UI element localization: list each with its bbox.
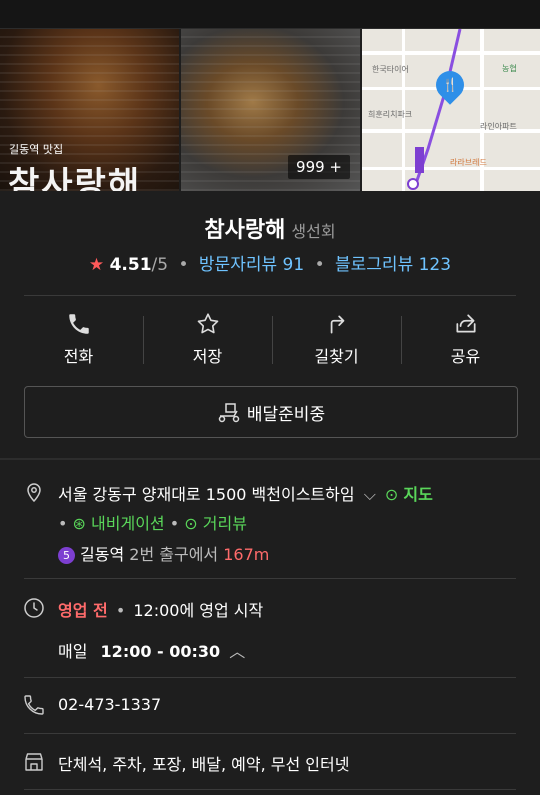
share-label: 공유: [450, 347, 481, 366]
address-links-row: • ⊛ 내비게이션 • ⊙ 거리뷰: [58, 510, 247, 534]
navigation-link[interactable]: ⊛ 내비게이션: [73, 514, 165, 533]
subway-line-badge: 5: [58, 547, 75, 564]
divider: [24, 733, 516, 734]
hours-days: 매일: [58, 642, 88, 661]
delivery-button[interactable]: 배달준비중: [24, 386, 518, 438]
map-label: 희훈리치파크: [368, 110, 413, 119]
map-link[interactable]: ⊙ 지도: [385, 485, 433, 504]
delivery-scooter-icon: [218, 403, 240, 423]
save-label: 저장: [192, 347, 223, 366]
share-icon: [455, 314, 476, 333]
divider: [24, 677, 516, 678]
divider: [24, 578, 516, 579]
place-name: 참사랑해: [204, 218, 286, 243]
photo-count-badge: 999 +: [288, 155, 350, 179]
photo-2[interactable]: 999 +: [181, 29, 360, 191]
directions-icon: [330, 315, 344, 334]
navigation-link-label: 내비게이션: [91, 514, 165, 533]
separator-dot: •: [314, 255, 325, 275]
rating-max: /5: [151, 255, 169, 275]
hours-detail-row[interactable]: 매일 12:00 - 00:30 ︿: [58, 638, 245, 662]
exit-text: 2번 출구에서: [129, 545, 219, 564]
pin-icon: ⊙: [184, 514, 198, 533]
distance: 167m: [223, 545, 270, 564]
open-notice: 12:00에 영업 시작: [133, 601, 264, 620]
map-label: 한국타이어: [372, 65, 409, 74]
phone-number[interactable]: 02-473-1337: [58, 695, 161, 714]
divider: [24, 295, 516, 296]
section-divider: [0, 458, 540, 460]
pin-icon: ⊙: [384, 485, 399, 504]
street-view-label: 거리뷰: [202, 514, 247, 533]
place-title: 참사랑해 생선회: [0, 212, 540, 244]
star-outline-icon: [197, 313, 218, 334]
photo-title-text: 참사랑해: [8, 165, 142, 191]
location-icon: [27, 483, 41, 503]
separator-dot: •: [178, 255, 189, 275]
place-category: 생선회: [291, 222, 336, 241]
save-button[interactable]: 저장: [143, 306, 272, 372]
map-label: 라인아파트: [480, 122, 517, 131]
delivery-label: 배달준비중: [246, 404, 326, 425]
photo-strip: 길동역 맛집 참사랑해 999 + 한국타이어 농협 희훈리치파크 라인아파트 …: [0, 29, 540, 191]
map-label: 농협: [502, 64, 517, 73]
separator-dot: •: [169, 514, 180, 533]
clock-icon: [24, 598, 44, 618]
rating-score: 4.51: [109, 255, 152, 275]
map-link-label: 지도: [403, 485, 433, 504]
map-label: 라라브레드: [450, 158, 487, 167]
photo-tag: 길동역 맛집: [9, 143, 64, 156]
separator-dot: •: [115, 601, 126, 620]
blog-reviews-link[interactable]: 블로그리뷰 123: [335, 255, 451, 275]
chevron-down-icon[interactable]: ⌵: [364, 485, 376, 504]
open-status: 영업 전: [58, 601, 108, 620]
call-label: 전화: [63, 347, 94, 366]
directions-button[interactable]: 길찾기: [272, 306, 401, 372]
hours-time: 12:00 - 00:30: [100, 642, 221, 661]
store-icon: [25, 753, 43, 771]
map-thumbnail[interactable]: 한국타이어 농협 희훈리치파크 라인아파트 라라브레드 🍴: [362, 29, 540, 191]
phone-icon: [68, 314, 89, 334]
call-button[interactable]: 전화: [14, 306, 143, 372]
action-bar: 전화 저장 길찾기 공유: [14, 306, 530, 372]
top-bar: [0, 0, 540, 29]
address-text: 서울 강동구 양재대로 1500 백천이스트하임: [58, 485, 355, 504]
visitor-reviews-link[interactable]: 방문자리뷰 91: [199, 255, 304, 275]
station-name: 길동역: [80, 545, 125, 564]
chevron-up-icon[interactable]: ︿: [229, 642, 245, 661]
divider: [24, 789, 516, 790]
rating-line: ★ 4.51/5 • 방문자리뷰 91 • 블로그리뷰 123: [0, 250, 540, 275]
amenities-text: 단체석, 주차, 포장, 배달, 예약, 무선 인터넷: [58, 755, 350, 774]
star-icon: ★: [88, 255, 105, 275]
photo-1[interactable]: 길동역 맛집 참사랑해: [0, 29, 179, 191]
address-row: 서울 강동구 양재대로 1500 백천이스트하임 ⌵ ⊙ 지도: [58, 481, 433, 505]
directions-label: 길찾기: [314, 347, 359, 366]
car-icon: ⊛: [72, 514, 86, 533]
share-button[interactable]: 공유: [401, 306, 530, 372]
subway-row: 5 길동역 2번 출구에서 167m: [58, 541, 269, 565]
phone-outline-icon: [24, 695, 44, 715]
hours-status-row: 영업 전 • 12:00에 영업 시작: [58, 597, 263, 621]
street-view-link[interactable]: ⊙ 거리뷰: [184, 514, 247, 533]
separator-dot: •: [58, 514, 68, 533]
